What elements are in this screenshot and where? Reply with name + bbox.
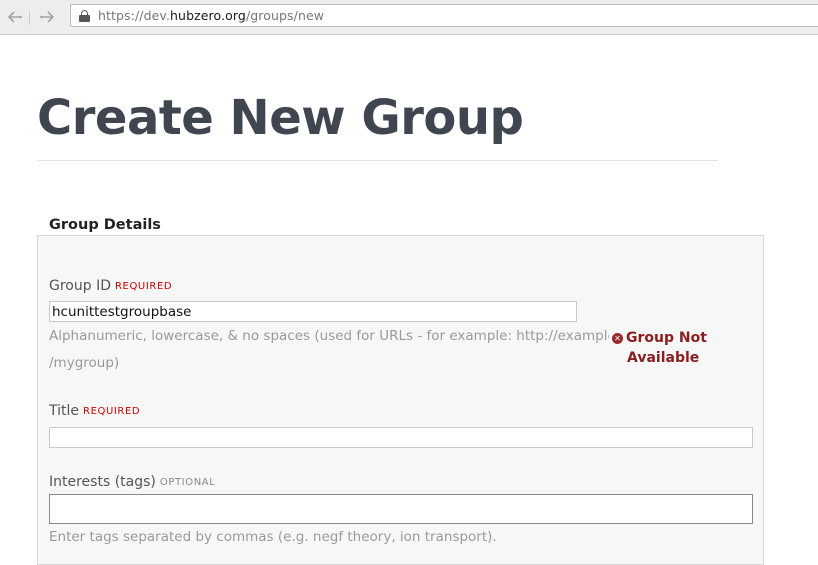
back-arrow-icon[interactable] (3, 7, 27, 27)
url-scheme: https://dev. (98, 8, 171, 23)
required-badge: REQUIRED (114, 281, 173, 292)
error-x-icon: ✕ (612, 333, 623, 344)
group-id-hint-line-2: /mygroup) (49, 355, 120, 371)
title-label-text: Title (49, 403, 80, 419)
nav-separator (29, 11, 30, 25)
address-bar[interactable]: https://dev.hubzero.org/groups/new (70, 4, 818, 27)
interests-hint: Enter tags separated by commas (e.g. neg… (49, 529, 497, 545)
interests-label-text: Interests (tags) (49, 474, 156, 490)
page-title: Create New Group (37, 90, 524, 146)
group-id-input[interactable] (49, 301, 577, 322)
title-divider (37, 160, 718, 161)
lock-icon (79, 9, 90, 22)
group-id-label: Group ID REQUIRED (49, 278, 172, 294)
browser-toolbar: https://dev.hubzero.org/groups/new (0, 0, 818, 35)
url-path: /groups/new (245, 8, 325, 23)
required-badge: REQUIRED (83, 406, 141, 417)
interests-label: Interests (tags) OPTIONAL (49, 474, 215, 490)
group-id-label-text: Group ID (49, 278, 111, 294)
optional-badge: OPTIONAL (159, 477, 216, 488)
forward-arrow-icon[interactable] (35, 7, 59, 27)
error-line-1: Group Not (626, 330, 707, 346)
group-id-hint-line-1: Alphanumeric, lowercase, & no spaces (us… (49, 328, 609, 344)
interests-tags-input[interactable] (49, 494, 753, 524)
url-host: hubzero.org (170, 8, 246, 23)
title-input[interactable] (49, 427, 753, 448)
title-label: Title REQUIRED (49, 403, 140, 419)
url-text: https://dev.hubzero.org/groups/new (98, 8, 324, 23)
group-id-error-message: ✕ Group Not Available (612, 328, 722, 368)
fieldset-legend: Group Details (49, 217, 161, 233)
error-line-2: Available (627, 350, 700, 366)
